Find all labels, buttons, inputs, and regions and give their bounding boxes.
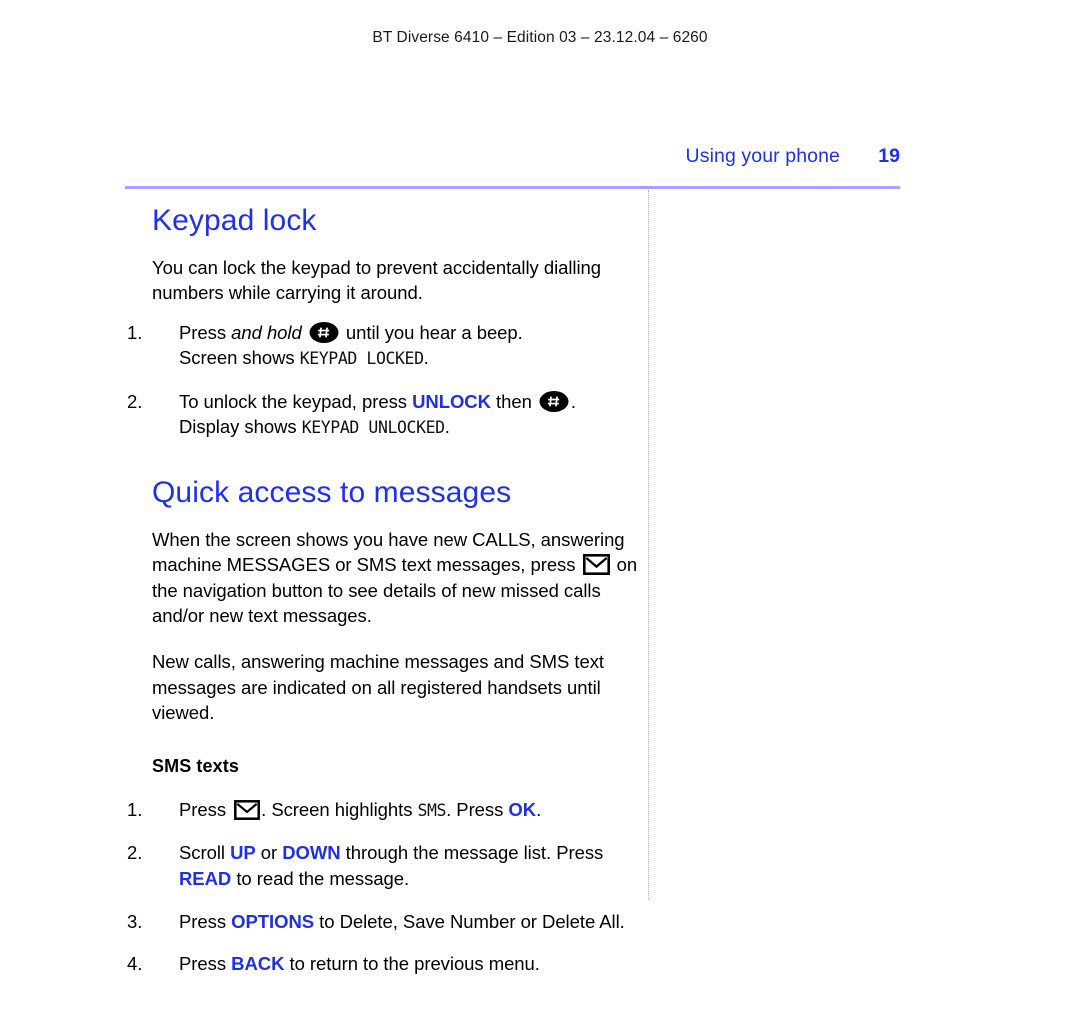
list-number: 3. xyxy=(127,910,143,932)
list-item: 2. To unlock the keypad, press UNLOCK th… xyxy=(127,389,652,441)
softkey-read[interactable]: READ xyxy=(179,868,231,889)
softkey-unlock[interactable]: UNLOCK xyxy=(412,391,491,412)
step-text-after: to Delete, Save Number or Delete All. xyxy=(314,910,625,932)
screen-text-keypad-unlocked: KEYPAD UNLOCKED xyxy=(301,418,445,438)
list-item: 1. Press and hold until you hear a beep.… xyxy=(127,320,652,372)
step-text-before: Press xyxy=(179,910,232,932)
envelope-icon xyxy=(234,799,261,820)
step-text-mid2: through the message list. Press xyxy=(340,842,604,864)
keypad-lock-intro: You can lock the keypad to prevent accid… xyxy=(152,256,602,304)
list-item: 2. Scroll UP or DOWN through the message… xyxy=(127,840,652,891)
step-text-before: Scroll xyxy=(179,842,231,864)
step-text-before: Press xyxy=(179,798,232,820)
step-text-after: . xyxy=(536,798,542,820)
sms-texts-steps: 1. Press . Screen highlights SMS. Press … xyxy=(127,797,652,977)
subheading-sms-texts: SMS texts xyxy=(152,755,239,776)
keypad-lock-steps: 1. Press and hold until you hear a beep.… xyxy=(127,320,652,441)
quick-access-paragraph-1: When the screen shows you have new CALLS… xyxy=(152,527,652,629)
page-title: Keypad lock xyxy=(152,204,317,237)
screen-text-sms: SMS xyxy=(417,800,447,820)
list-number: 4. xyxy=(127,953,143,975)
page-header: Using your phone 19 xyxy=(125,145,900,168)
step-line2-after: . xyxy=(423,347,429,369)
step-text-after: . xyxy=(570,390,577,412)
step-emphasis: and hold xyxy=(231,321,302,343)
page-number: 19 xyxy=(878,145,900,167)
list-number: 2. xyxy=(127,842,143,864)
list-item: 1. Press . Screen highlights SMS. Press … xyxy=(127,797,652,824)
paragraph-text-before: When the screen shows you have new CALLS… xyxy=(152,528,625,576)
step-text-mid: or xyxy=(255,842,283,864)
list-item: 3. Press OPTIONS to Delete, Save Number … xyxy=(127,909,652,935)
step-text-mid: then xyxy=(490,390,537,412)
step-text-mid: . Screen highlights xyxy=(261,798,418,820)
list-number: 1. xyxy=(127,321,143,343)
list-number: 1. xyxy=(127,798,143,820)
hash-key-icon xyxy=(309,321,339,343)
step-text-after: until you hear a beep. xyxy=(340,321,523,343)
step-text-after: to read the message. xyxy=(231,867,410,889)
section-title-quick-access: Quick access to messages xyxy=(152,476,512,510)
step-text-mid2: . Press xyxy=(446,798,509,820)
step-line2-before: Display shows xyxy=(179,416,302,438)
step-line2-after: . xyxy=(444,416,450,438)
softkey-options[interactable]: OPTIONS xyxy=(231,911,314,932)
running-header: BT Diverse 6410 – Edition 03 – 23.12.04 … xyxy=(372,29,708,46)
step-text-before: To unlock the keypad, press xyxy=(179,390,413,412)
softkey-back[interactable]: BACK xyxy=(231,953,284,974)
envelope-icon xyxy=(582,554,610,576)
screen-text-keypad-locked: KEYPAD LOCKED xyxy=(299,349,424,369)
step-text-before: Press xyxy=(179,953,232,975)
quick-access-paragraph-2: New calls, answering machine messages an… xyxy=(152,650,604,724)
section-name: Using your phone xyxy=(685,145,840,167)
main-text-column: Keypad lock You can lock the keypad to p… xyxy=(127,204,652,977)
header-rule xyxy=(125,186,900,189)
step-text-after: to return to the previous menu. xyxy=(284,953,540,975)
softkey-ok[interactable]: OK xyxy=(508,799,536,820)
softkey-up[interactable]: UP xyxy=(230,842,256,863)
step-text-before: Press xyxy=(179,321,232,343)
list-item: 4. Press BACK to return to the previous … xyxy=(127,951,652,977)
softkey-down[interactable]: DOWN xyxy=(282,842,340,863)
hash-key-icon xyxy=(539,390,569,412)
list-number: 2. xyxy=(127,390,143,412)
step-line2-before: Screen shows xyxy=(179,347,300,369)
